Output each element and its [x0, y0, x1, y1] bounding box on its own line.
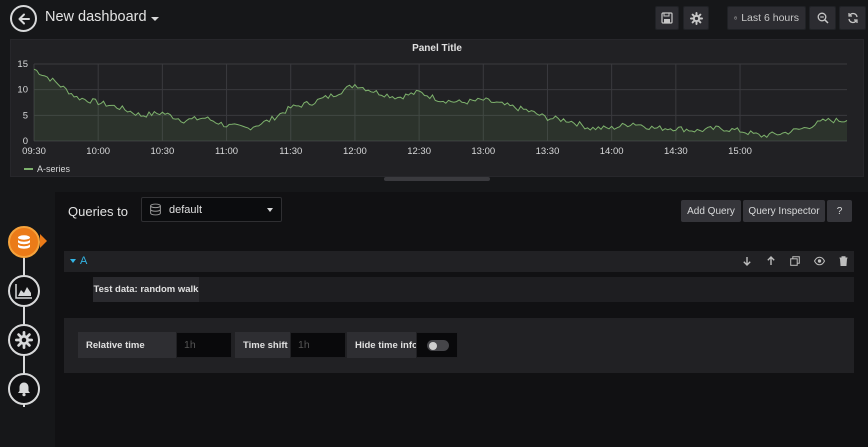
arrow-down-icon: [743, 257, 751, 266]
caret-down-icon: [267, 208, 273, 212]
y-tick-label: 15: [17, 59, 28, 70]
scenario-select[interactable]: Test data: random walk: [93, 277, 199, 302]
move-down-button[interactable]: [741, 255, 753, 267]
save-dashboard-button[interactable]: [655, 6, 679, 30]
dashboard-settings-button[interactable]: [683, 6, 709, 30]
datasource-select[interactable]: default: [141, 197, 282, 222]
duplicate-query-button[interactable]: [789, 255, 801, 267]
query-options: Relative time 1h Time shift 1h Hide time…: [64, 318, 854, 373]
help-button[interactable]: ?: [827, 200, 852, 222]
wizard-step-alert[interactable]: [8, 373, 40, 405]
query-field-row: Test data: random walk: [93, 277, 854, 302]
x-tick-label: 15:00: [728, 146, 752, 157]
x-tick-label: 13:30: [536, 146, 560, 157]
y-tick-label: 10: [17, 85, 28, 96]
query-body: Test data: random walk: [64, 272, 854, 305]
save-icon: [661, 12, 673, 24]
graph-chart: 05101509:30 10:00 10:30 11:00 11:30 12:00 12:3…: [17, 59, 848, 157]
datasource-value: default: [169, 203, 203, 216]
x-tick-label: 09:30: [22, 146, 46, 157]
zoom-out-icon: [817, 12, 829, 24]
refresh-button[interactable]: [839, 6, 866, 30]
area-chart-icon: [15, 284, 32, 299]
settings-icon: [15, 331, 33, 349]
eye-icon: [813, 256, 825, 266]
query-editor: Queries to default Add Query Query Inspe…: [55, 192, 868, 447]
query-inspector-button[interactable]: Query Inspector: [743, 200, 825, 222]
clock-icon: [734, 16, 738, 20]
dashboard-title-dropdown[interactable]: New dashboard: [45, 9, 159, 25]
x-tick-label: 14:00: [600, 146, 624, 157]
wizard-step-queries[interactable]: [8, 226, 40, 258]
add-query-button[interactable]: Add Query: [681, 200, 741, 222]
x-tick-label: 10:30: [150, 146, 174, 157]
arrow-left-icon: [18, 13, 30, 24]
time-range-label: Last 6 hours: [741, 12, 799, 24]
toggle-visibility-button[interactable]: [813, 255, 825, 267]
time-shift-input[interactable]: 1h: [290, 332, 346, 358]
x-tick-label: 12:30: [407, 146, 431, 157]
hide-time-info-toggle-container: [416, 332, 458, 358]
series-area-a-series: [34, 69, 847, 141]
switch-knob: [428, 341, 437, 350]
copy-icon: [790, 256, 800, 266]
query-ref-id: A: [80, 255, 88, 267]
zoom-out-button[interactable]: [809, 6, 836, 30]
time-shift-label: Time shift: [235, 332, 290, 358]
queries-to-label: Queries to: [68, 204, 128, 219]
query-header-row[interactable]: A: [64, 251, 854, 272]
hide-time-info-label: Hide time info: [347, 332, 418, 358]
trash-icon: [839, 256, 847, 266]
caret-down-icon: [150, 17, 159, 21]
remove-query-button[interactable]: [837, 255, 849, 267]
relative-time-label: Relative time: [78, 332, 176, 358]
x-tick-label: 14:30: [664, 146, 688, 157]
dashboard-title: New dashboard: [45, 9, 147, 25]
legend-item-a-series[interactable]: A-series: [37, 164, 70, 174]
panel-resize-handle[interactable]: [384, 177, 490, 181]
query-collapse-toggle[interactable]: A: [70, 255, 87, 267]
x-tick-label: 11:00: [215, 146, 238, 157]
legend-swatch: [24, 168, 33, 170]
move-up-button[interactable]: [765, 255, 777, 267]
back-button[interactable]: [10, 5, 37, 32]
refresh-icon: [847, 12, 858, 24]
legend: A-series: [24, 164, 70, 174]
wizard-step-visualization[interactable]: [8, 275, 40, 307]
x-tick-label: 12:00: [343, 146, 367, 157]
relative-time-input[interactable]: 1h: [176, 332, 232, 358]
x-tick-label: 13:00: [471, 146, 495, 157]
database-icon: [18, 235, 30, 249]
x-tick-label: 10:00: [86, 146, 110, 157]
top-navbar: New dashboard Last 6 hours: [0, 0, 868, 38]
caret-down-icon: [70, 259, 76, 263]
hide-time-info-switch[interactable]: [427, 340, 449, 351]
bell-icon: [18, 382, 30, 397]
database-icon: [150, 203, 161, 216]
time-picker-button[interactable]: Last 6 hours: [727, 6, 806, 30]
gear-icon: [689, 11, 703, 25]
x-tick-label: 11:30: [279, 146, 302, 157]
active-step-arrow: [40, 234, 47, 248]
graph-panel: Panel Title 0 5 10 15 09:30 10:00 10:30 11:00 11…: [10, 39, 864, 177]
y-tick-label: 5: [23, 110, 28, 121]
wizard-step-general[interactable]: [8, 324, 40, 356]
arrow-up-icon: [767, 256, 775, 265]
